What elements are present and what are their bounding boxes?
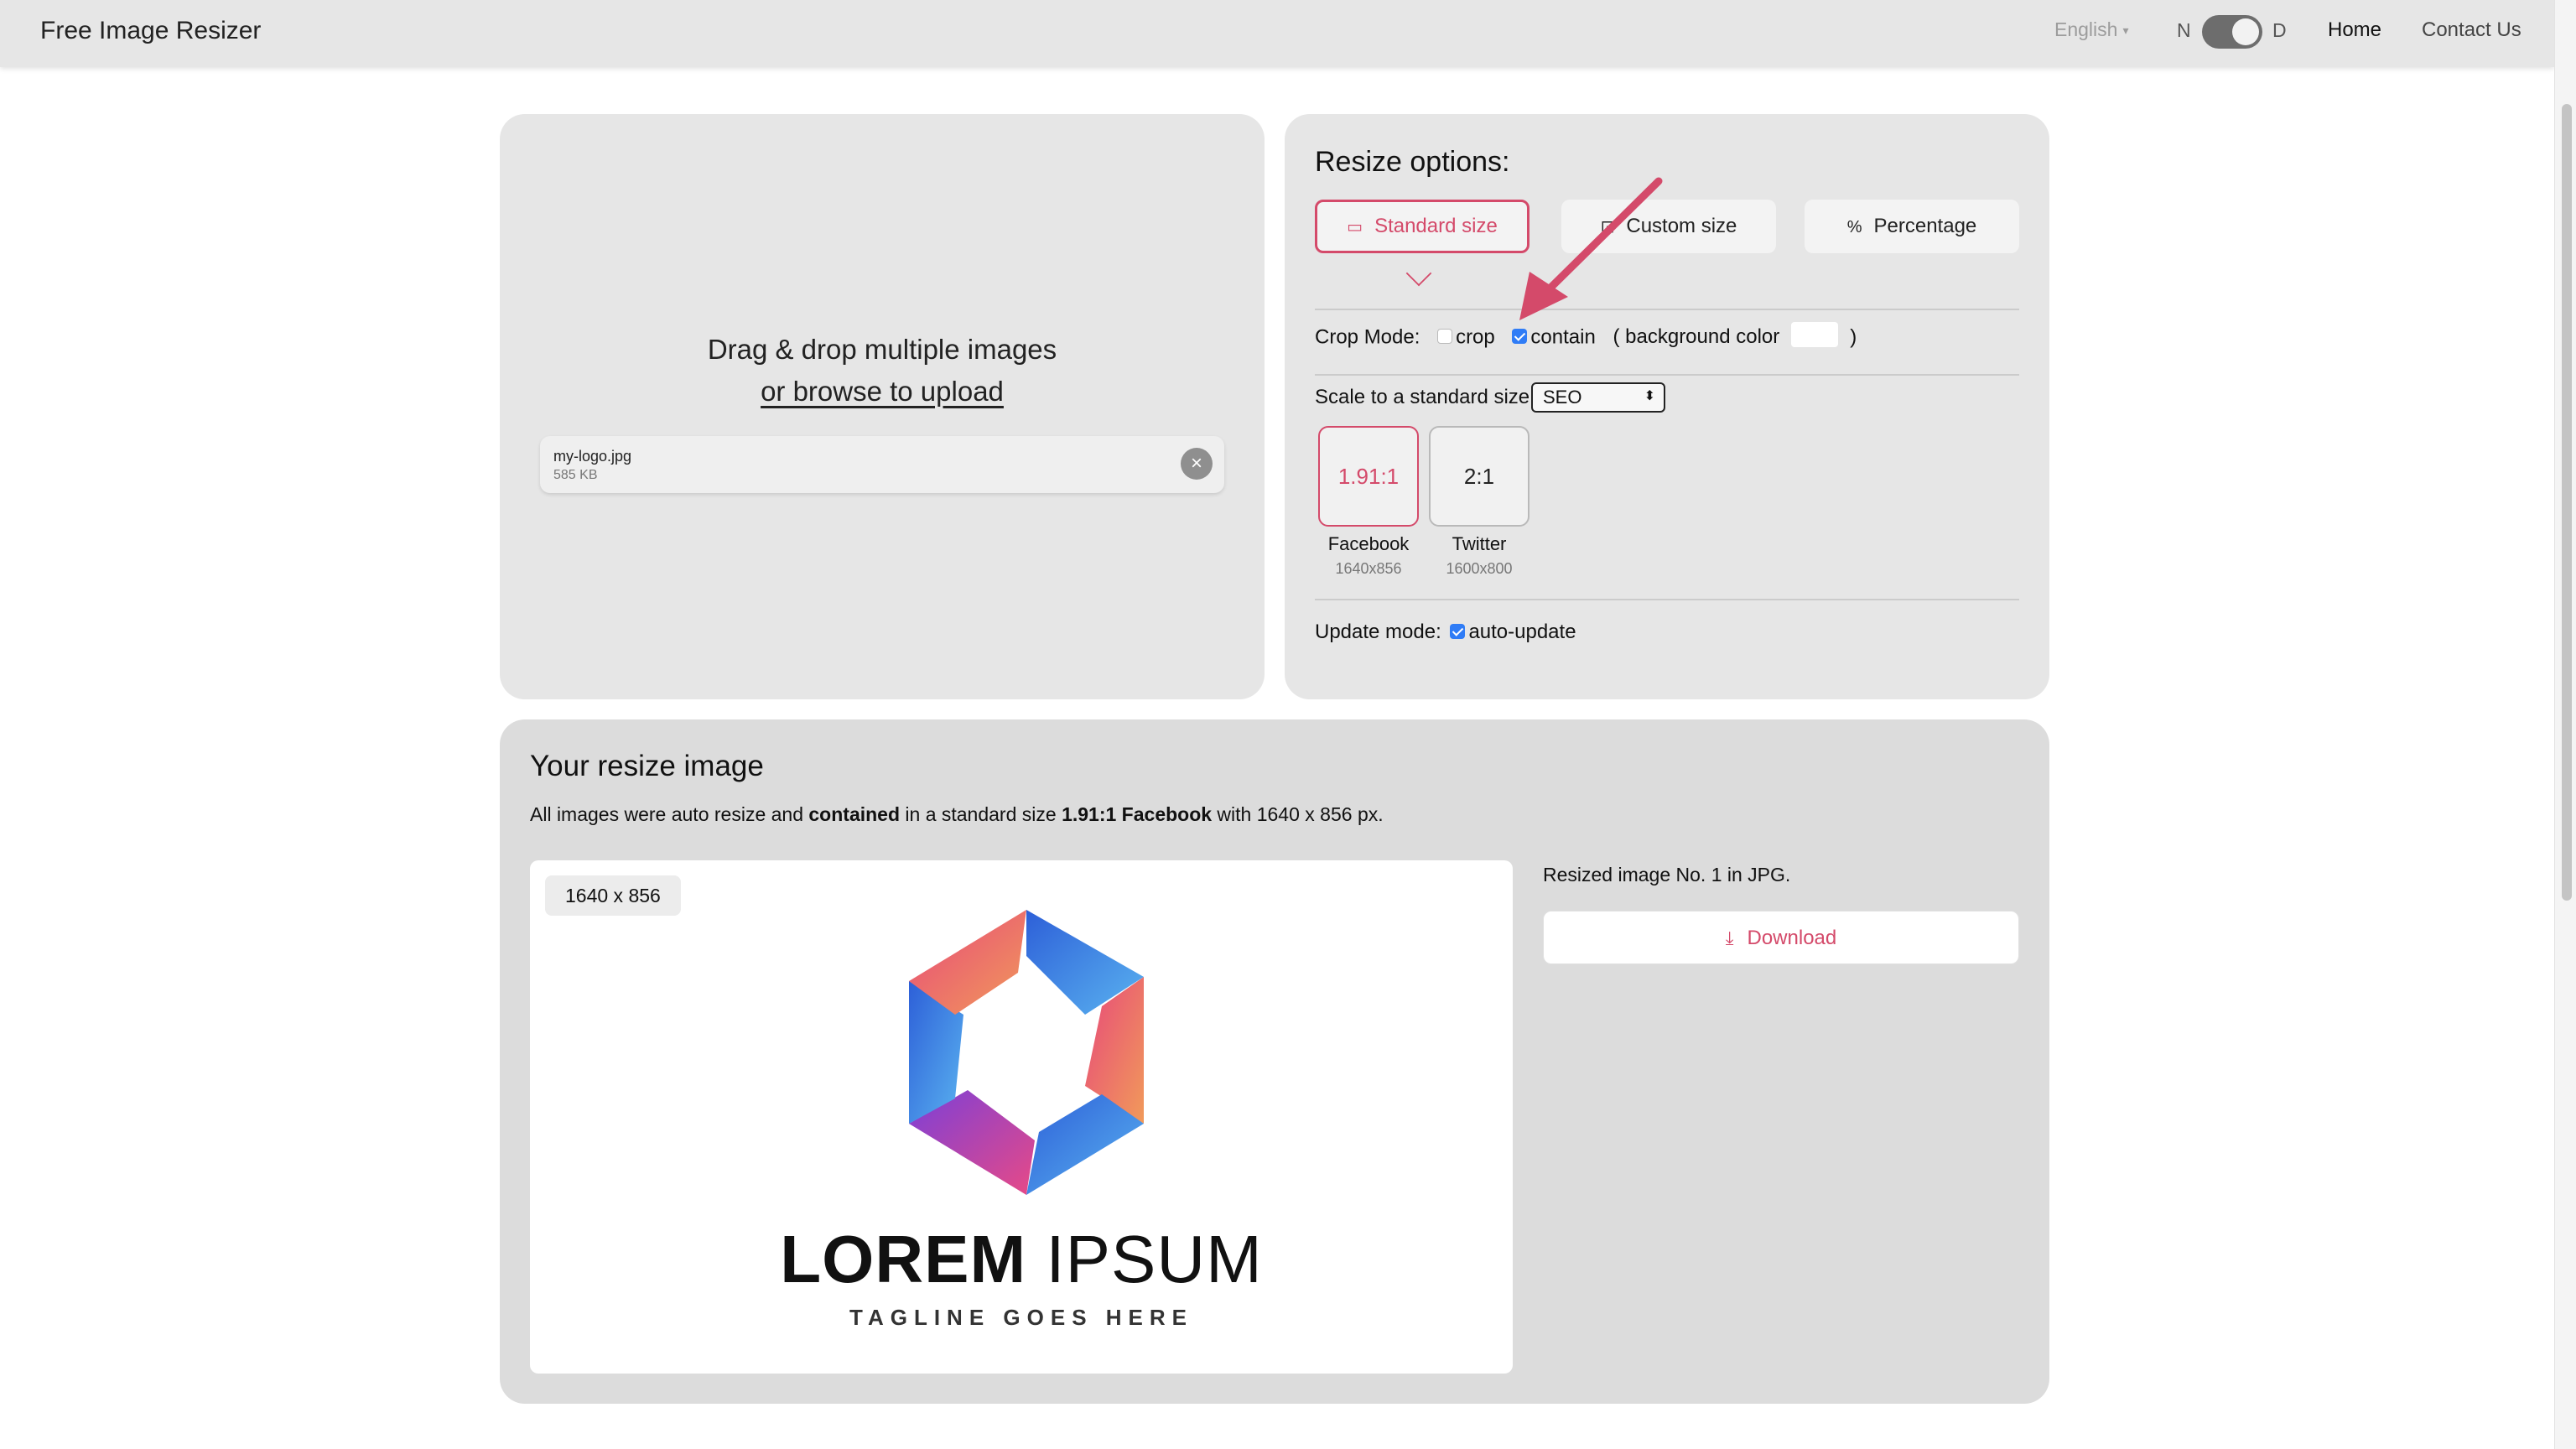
bg-color-picker[interactable] xyxy=(1791,322,1839,347)
scale-label: Scale to a standard size xyxy=(1315,386,1530,408)
file-name: my-logo.jpg xyxy=(553,448,632,465)
desc-text: All images were auto resize and xyxy=(530,803,809,825)
nav-home-link[interactable]: Home xyxy=(2328,18,2381,42)
toggle-knob xyxy=(2232,18,2259,45)
tab-label: Standard size xyxy=(1374,215,1498,237)
bg-color-label: ( background color xyxy=(1613,325,1780,349)
tab-standard-size[interactable]: ▭ Standard size xyxy=(1315,200,1530,253)
tab-percentage[interactable]: % Percentage xyxy=(1805,200,2019,253)
theme-normal-label: N xyxy=(2177,19,2191,41)
update-mode-row: Update mode: auto-update xyxy=(1315,621,1576,644)
ratio-name: Twitter xyxy=(1452,533,1507,554)
ratio-card-twitter[interactable]: 2:1 xyxy=(1429,426,1530,527)
result-description: All images were auto resize and containe… xyxy=(530,803,1384,826)
result-panel: Your resize image All images were auto r… xyxy=(500,719,2049,1404)
crop-mode-row: Crop Mode: crop contain ( background col… xyxy=(1315,322,1857,351)
crop-mode-label: Crop Mode: xyxy=(1315,325,1420,349)
drop-line: Drag & drop multiple images xyxy=(707,334,1057,365)
standard-size-select[interactable]: SEO ⬍ xyxy=(1531,382,1665,413)
auto-update-checkbox[interactable] xyxy=(1450,623,1466,639)
navbar: Free Image Resizer English ▾ N D Home Con… xyxy=(0,0,2554,67)
sd-icon: ▭ xyxy=(1347,217,1363,236)
language-label: English xyxy=(2054,18,2118,40)
download-icon: ⤓ xyxy=(1725,927,1734,948)
update-mode-label: Update mode: xyxy=(1315,621,1441,643)
select-arrows-icon: ⬍ xyxy=(1644,389,1655,403)
image-preview: 1640 x 856 LOREM IPSUM TAGLINE GOES HERE xyxy=(530,860,1513,1374)
resize-options-panel: Resize options: ▭ Standard size ⊡ Custom s… xyxy=(1285,114,2049,699)
caret-down-icon: ▾ xyxy=(2122,23,2129,38)
result-info: Resized image No. 1 in JPG. xyxy=(1543,864,1791,886)
ratio-dims: 1600x800 xyxy=(1446,560,1513,577)
browse-link[interactable]: or browse to upload xyxy=(500,371,1265,413)
contain-label: contain xyxy=(1530,325,1596,349)
logo-hexagon-icon xyxy=(909,910,1144,1195)
scrollbar-thumb[interactable] xyxy=(2562,104,2572,901)
download-button[interactable]: ⤓ Download xyxy=(1543,911,2019,964)
percent-icon: % xyxy=(1846,217,1862,236)
divider xyxy=(1315,599,2019,600)
file-size: 585 KB xyxy=(553,468,598,482)
desc-bold: contained xyxy=(808,803,901,825)
download-label: Download xyxy=(1747,927,1837,949)
remove-file-icon[interactable]: × xyxy=(1181,448,1213,480)
logo-tagline: TAGLINE GOES HERE xyxy=(849,1305,1193,1330)
ratio-name: Facebook xyxy=(1327,533,1410,554)
brand-title[interactable]: Free Image Resizer xyxy=(40,17,261,45)
auto-update-label: auto-update xyxy=(1468,621,1576,643)
divider xyxy=(1315,374,2019,376)
crop-label: crop xyxy=(1456,325,1495,349)
logo-word-bold: LOREM xyxy=(780,1222,1027,1296)
language-dropdown[interactable]: English ▾ xyxy=(2054,18,2128,41)
drop-instructions: Drag & drop multiple images or browse to… xyxy=(500,329,1265,413)
crop-checkbox[interactable] xyxy=(1437,329,1453,344)
size-badge: 1640 x 856 xyxy=(545,875,681,916)
divider xyxy=(1315,309,2019,310)
page-scrollbar[interactable] xyxy=(2554,0,2576,1449)
nav-contact-link[interactable]: Contact Us xyxy=(2422,18,2521,42)
contain-checkbox[interactable] xyxy=(1512,329,1528,344)
ratio-dims: 1640x856 xyxy=(1335,560,1402,577)
theme-dark-label: D xyxy=(2272,19,2287,41)
options-title: Resize options: xyxy=(1315,146,1510,178)
bg-color-close: ) xyxy=(1850,325,1857,349)
uploaded-file-item: my-logo.jpg 585 KB × xyxy=(540,436,1224,493)
desc-text: with 1640 x 856 px. xyxy=(1212,803,1384,825)
tab-label: Percentage xyxy=(1873,215,1977,237)
select-value: SEO xyxy=(1543,387,1582,408)
upload-dropzone[interactable]: Drag & drop multiple images or browse to… xyxy=(500,114,1265,699)
crop-icon: ⊡ xyxy=(1600,217,1615,236)
logo-word: IPSUM xyxy=(1026,1222,1263,1296)
logo-text: LOREM IPSUM xyxy=(530,1221,1513,1298)
ratio-card-facebook[interactable]: 1.91:1 xyxy=(1318,426,1419,527)
theme-toggle[interactable] xyxy=(2202,15,2262,49)
tab-custom-size[interactable]: ⊡ Custom size xyxy=(1561,200,1776,253)
chevron-down-icon xyxy=(1405,260,1432,287)
desc-bold: 1.91:1 Facebook xyxy=(1062,803,1213,825)
result-title: Your resize image xyxy=(530,750,764,782)
tab-label: Custom size xyxy=(1626,215,1737,237)
desc-text: in a standard size xyxy=(900,803,1062,825)
